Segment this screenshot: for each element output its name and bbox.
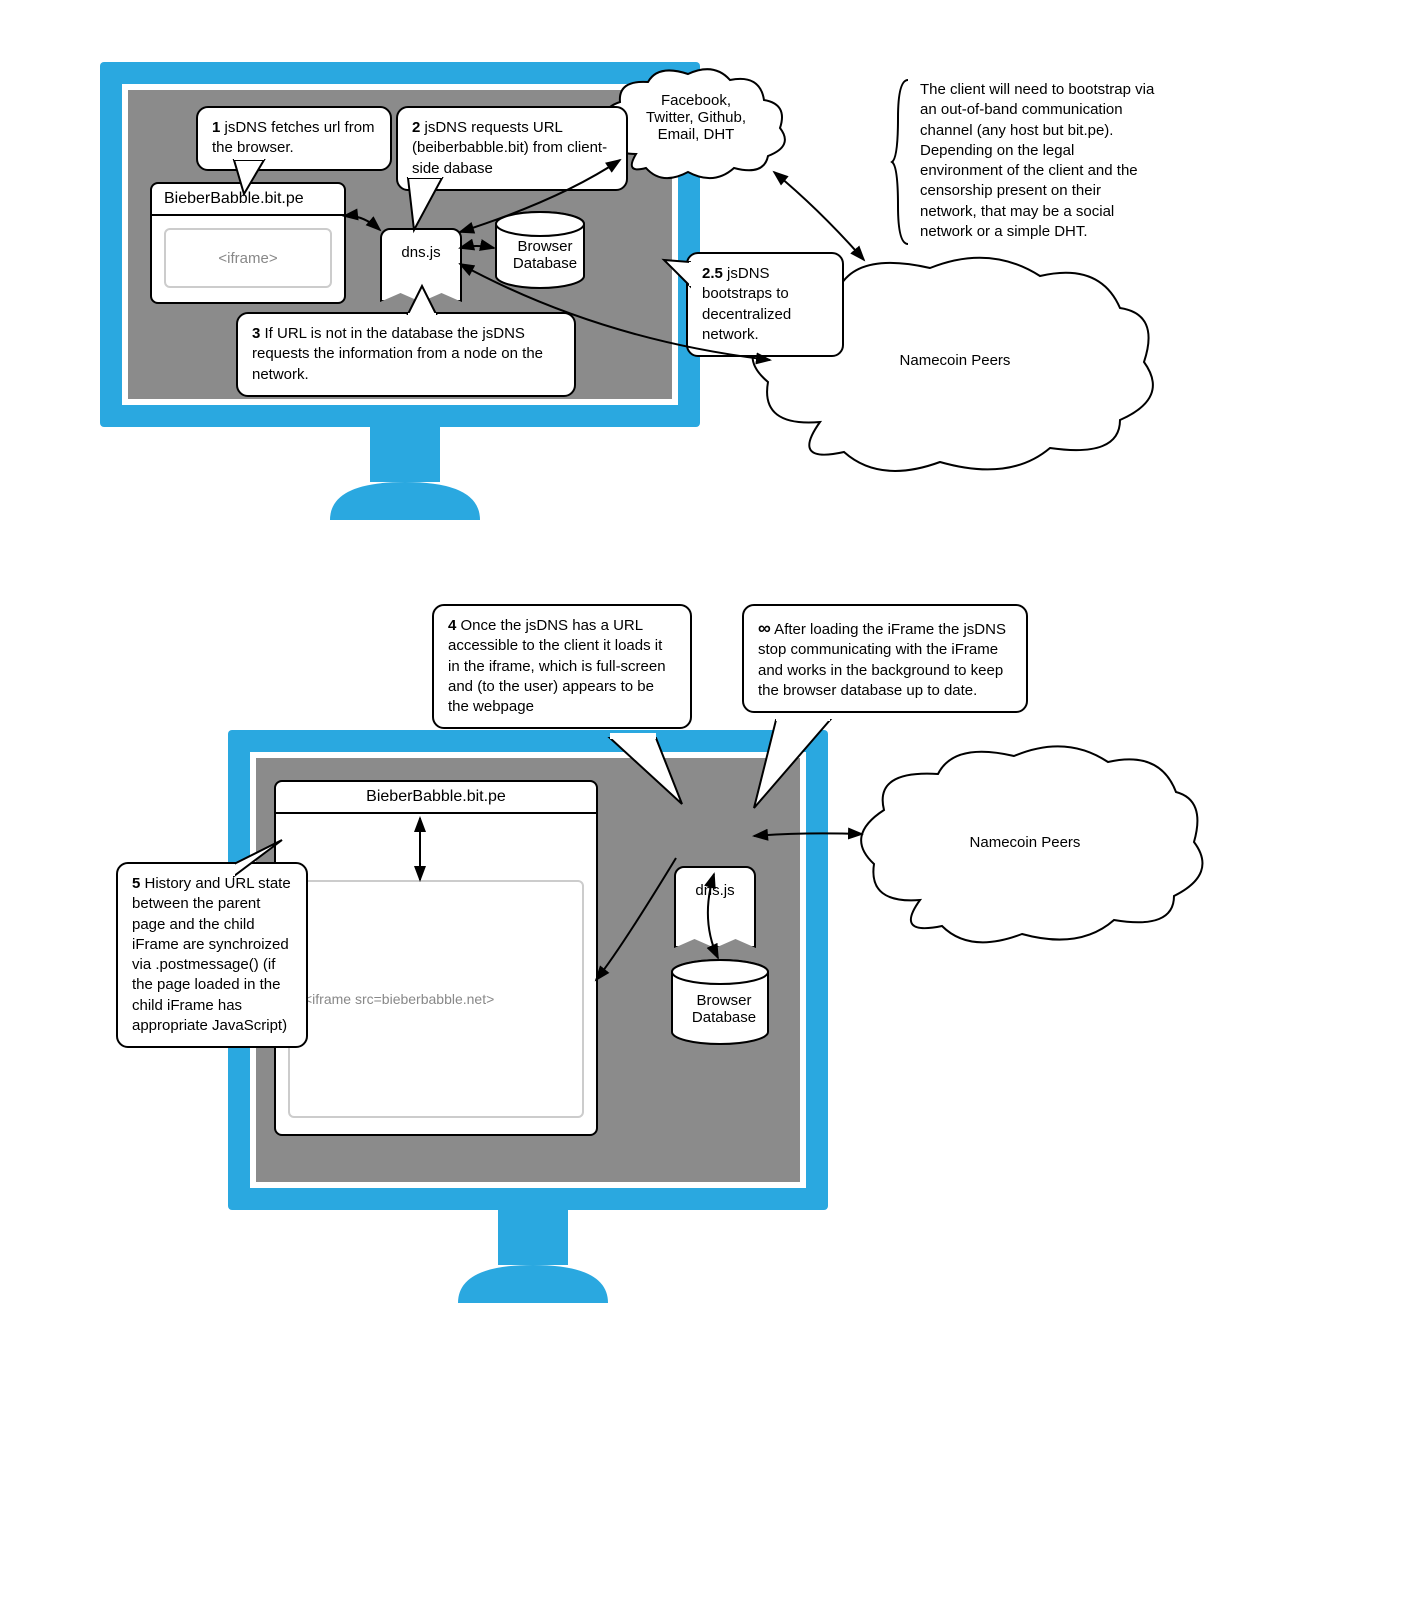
dnsjs-node-1: dns.js [380,228,462,290]
dnsjs-label-2: dns.js [695,882,734,899]
callout-5: 5 History and URL state between the pare… [116,862,308,1048]
iframe-label-2: <iframe src=bieberbabble.net> [304,991,494,1007]
callout-3: 3 If URL is not in the database the jsDN… [236,312,576,397]
browser-window-2: BieberBabble.bit.pe <iframe src=bieberba… [274,780,598,1136]
side-brace [890,78,920,248]
database-label-1: Browser Database [498,238,592,272]
callout-2.5: 2.5 jsDNS bootstraps to decentralized ne… [686,252,844,357]
iframe-box-2: <iframe src=bieberbabble.net> [288,880,584,1118]
dnsjs-label-1: dns.js [401,244,440,261]
callout-infinity: ∞ After loading the iFrame the jsDNS sto… [742,604,1028,713]
cloud-social-label: Facebook, Twitter, Github, Email, DHT [616,92,776,143]
dnsjs-node-2: dns.js [674,866,756,936]
callout-4: 4 Once the jsDNS has a URL accessible to… [432,604,692,729]
callout-inf-tail [770,718,870,818]
browser-title-2: BieberBabble.bit.pe [276,782,596,814]
browser-title-1: BieberBabble.bit.pe [152,184,344,216]
callout-4-tail [610,736,690,816]
diagram-canvas: BieberBabble.bit.pe <iframe> dns.js Brow… [0,0,1407,1620]
database-label-2: Browser Database [674,992,774,1026]
iframe-label-1: <iframe> [218,250,277,267]
callout-1: 1 jsDNS fetches url from the browser. [196,106,392,171]
browser-window-1: BieberBabble.bit.pe <iframe> [150,182,346,304]
iframe-box-1: <iframe> [164,228,332,288]
cloud-peers-label-2: Namecoin Peers [940,834,1110,851]
callout-2: 2 jsDNS requests URL (beiberbabble.bit) … [396,106,628,191]
cloud-peers-label-1: Namecoin Peers [870,352,1040,369]
side-note: The client will need to bootstrap via an… [920,80,1158,242]
